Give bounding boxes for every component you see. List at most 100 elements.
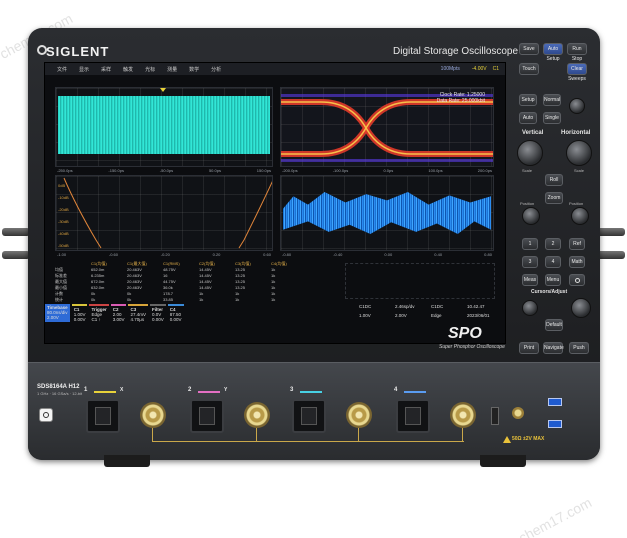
channel-4-bnc-input[interactable] xyxy=(450,402,476,428)
channel-2-sub: Y xyxy=(224,387,228,393)
trigger-normal-button[interactable]: Normal xyxy=(543,94,561,106)
vertical-position-label: Position xyxy=(520,201,535,206)
touch-button[interactable]: Touch xyxy=(519,63,539,75)
status-chip-c2[interactable]: C2 2.00 3.00V xyxy=(110,304,127,322)
menu-status-memory: 100Mpts xyxy=(440,66,460,72)
time-axis-bottom-left: -1.00 -0.60 -0.20 0.20 0.60 xyxy=(57,252,271,257)
roll-button[interactable]: Roll xyxy=(545,174,563,186)
horizontal-position-knob[interactable] xyxy=(571,207,589,225)
status-chip-filter[interactable]: Filter 0.0V 0.00V xyxy=(150,304,166,322)
meas-button[interactable]: Meas xyxy=(522,274,538,286)
side-handle-right-top xyxy=(597,228,625,236)
noise-waveform-pane[interactable] xyxy=(280,175,494,251)
vertical-scale-knob[interactable] xyxy=(517,140,543,166)
menu-math[interactable]: 数学 xyxy=(189,66,199,73)
search-icon xyxy=(574,278,580,283)
fft-pane[interactable]: 0dB -10dB -20dB -30dB -40dB -50dB xyxy=(55,175,273,251)
probe-connector-icon xyxy=(301,407,317,425)
persistence-waveform xyxy=(58,96,270,154)
ref-button[interactable]: Ref xyxy=(569,238,585,250)
channel-2-color-bar xyxy=(198,391,220,393)
clear-sweeps-button[interactable]: Clear Sweeps xyxy=(567,63,587,82)
status-chip-c4[interactable]: C4 87.50 0.00V xyxy=(167,304,184,322)
channel-1-bnc-input[interactable] xyxy=(140,402,166,428)
menu-status-level: -4.00V xyxy=(471,66,487,72)
fft-response-trace-right xyxy=(238,181,272,249)
default-button[interactable]: Default xyxy=(545,319,563,331)
table-row: 统计 0k 0k 33.85 1k 1k 1k xyxy=(55,297,276,302)
horizontal-scale-knob[interactable] xyxy=(566,140,592,166)
channel-2-bnc-input[interactable] xyxy=(244,402,270,428)
model-spec: 1 GHz · 16 GSa/s · 12-bit xyxy=(37,391,83,396)
device-title: Digital Storage Oscilloscope xyxy=(393,46,519,57)
channel-2-button[interactable]: 2 xyxy=(545,238,561,250)
status-chip-c3[interactable]: C3 27.4mV 4.70μs xyxy=(128,304,148,322)
channel-1-button[interactable]: 1 xyxy=(522,238,538,250)
channel-3-number: 3 xyxy=(290,387,294,393)
screen-menu-bar: 文件 显示 采样 触发 光标 测量 数学 分析 100Mpts -4.00V C… xyxy=(45,63,505,75)
horizontal-position-label: Position xyxy=(569,201,584,206)
time-axis-top-right: -200.0ps -100.0ps 0.0ps 100.0ps 200.0ps xyxy=(282,168,492,173)
input-ground-tick-3 xyxy=(358,428,359,441)
channel-3-button[interactable]: 3 xyxy=(522,256,538,268)
status-chip-c1[interactable]: C1 1.00V 0.00V xyxy=(71,304,88,322)
brand-name: SIGLENT xyxy=(46,44,110,59)
zoom-button[interactable]: Zoom xyxy=(545,192,563,204)
menu-trigger[interactable]: 触发 xyxy=(123,66,133,73)
menu-display[interactable]: 显示 xyxy=(79,66,89,73)
run-stop-button[interactable]: Run Stop xyxy=(567,43,587,62)
eye-diagram-pane[interactable]: Clock Rate: 1.25000 Data Rate: 25.000kbi… xyxy=(280,87,494,167)
menu-measure[interactable]: 测量 xyxy=(167,66,177,73)
usb-port-bottom[interactable] xyxy=(548,420,562,428)
channel-1-sub: X xyxy=(120,387,124,393)
search-button[interactable] xyxy=(569,274,585,286)
usb-port-top[interactable] xyxy=(548,398,562,406)
cursor-crosshair-area[interactable] xyxy=(345,263,495,299)
input-max-warning: 50Ω ±2V MAX xyxy=(512,436,545,442)
channel-4-number: 4 xyxy=(394,387,398,393)
calibration-output-port[interactable] xyxy=(512,407,524,419)
channel-1-color-bar xyxy=(94,391,116,393)
trigger-level-knob[interactable] xyxy=(569,98,585,114)
save-button[interactable]: Save xyxy=(519,43,539,55)
push-button[interactable]: Push xyxy=(569,342,589,354)
channel-4-probe-interface[interactable] xyxy=(396,399,430,433)
trigger-auto-button[interactable]: Auto xyxy=(519,112,537,124)
status-chip-timebase[interactable]: Timebase 80.0ns/div 2.00V xyxy=(45,304,70,322)
waveform-pane-top-left[interactable] xyxy=(55,87,273,167)
ext-trigger-port[interactable] xyxy=(491,407,499,425)
navigate-button[interactable]: Navigate xyxy=(543,342,564,354)
print-button[interactable]: Print xyxy=(519,342,539,354)
trigger-setup-button[interactable]: Setup xyxy=(519,94,537,106)
menu-file[interactable]: 文件 xyxy=(57,66,67,73)
vertical-scale-label: Scale xyxy=(522,168,533,173)
status-right-grid: C1DC 2.46sp/dv C1DC 10.42.47 1.00V 2.00V… xyxy=(359,304,490,318)
measurement-table[interactable]: C1(均值) C1(最大值) C1(RMS) C2(均值) C3(均值) C4(… xyxy=(55,261,315,303)
menu-analysis[interactable]: 分析 xyxy=(211,66,221,73)
auto-setup-button[interactable]: Auto Setup xyxy=(543,43,563,62)
display-screen[interactable]: 文件 显示 采样 触发 光标 测量 数学 分析 100Mpts -4.00V C… xyxy=(44,62,506,344)
math-button[interactable]: Math xyxy=(569,256,585,268)
channel-3-bnc-input[interactable] xyxy=(346,402,372,428)
spo-logo: SPO xyxy=(448,325,482,342)
trigger-single-button[interactable]: Single xyxy=(543,112,561,124)
channel-4-button[interactable]: 4 xyxy=(545,256,561,268)
channel-3-probe-interface[interactable] xyxy=(292,399,326,433)
side-handle-right-bottom xyxy=(597,251,625,259)
channel-2-probe-interface[interactable] xyxy=(190,399,224,433)
cursor-knob-a[interactable] xyxy=(522,300,538,316)
menu-cursor[interactable]: 光标 xyxy=(145,66,155,73)
probe-connector-icon xyxy=(95,407,111,425)
menu-status-channel: C1 xyxy=(492,66,499,72)
noise-waveform xyxy=(283,192,491,234)
vertical-position-knob[interactable] xyxy=(522,207,540,225)
adjust-knob[interactable] xyxy=(571,298,591,318)
channel-1-probe-interface[interactable] xyxy=(86,399,120,433)
eye-diagram-traces xyxy=(281,99,493,157)
side-handle-left-top xyxy=(2,228,30,236)
menu-acquire[interactable]: 采样 xyxy=(101,66,111,73)
status-chip-trigger[interactable]: Trigger Edge C1 ↑ xyxy=(89,304,109,322)
channel-3-color-bar xyxy=(300,391,322,393)
power-button[interactable] xyxy=(39,408,53,422)
menu-button[interactable]: Menu xyxy=(545,274,561,286)
